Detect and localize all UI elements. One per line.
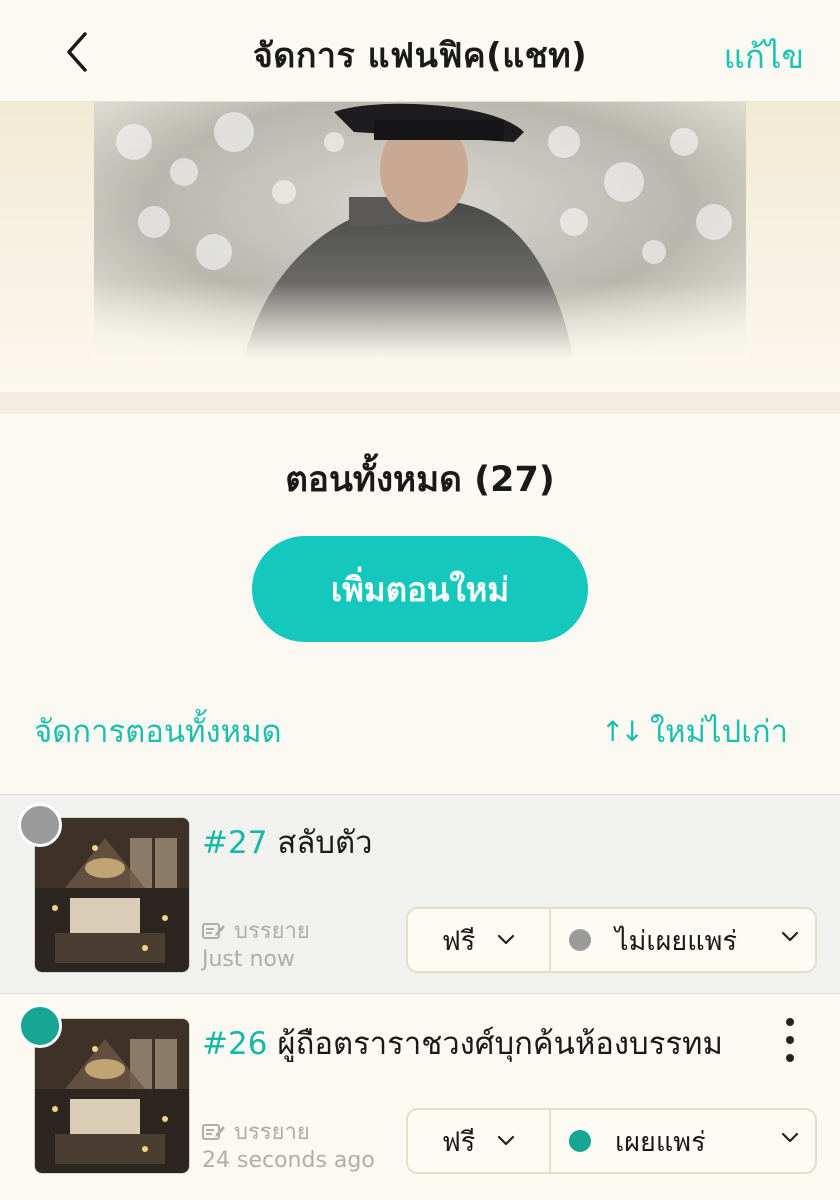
episode-title: #26 ผู้ถือตราราชวงศ์บุกค้นห้องบรรทม — [202, 1018, 723, 1068]
sort-order-label: ใหม่ไปเก่า — [649, 714, 788, 750]
episode-controls: ฟรี ไม่เผยแพร่ — [406, 907, 817, 973]
publish-status-label: ไม่เผยแพร่ — [615, 925, 737, 957]
chevron-down-icon — [781, 1132, 799, 1143]
more-vertical-icon — [786, 1054, 794, 1062]
episode-row[interactable]: #26 ผู้ถือตราราชวงศ์บุกค้นห้องบรรทม บรรยา… — [0, 996, 840, 1200]
publish-status-dropdown[interactable]: ไม่เผยแพร่ — [551, 909, 815, 971]
chevron-down-icon — [498, 934, 515, 945]
episode-type: บรรยาย — [202, 913, 310, 948]
episode-title-text: ผู้ถือตราราชวงศ์บุกค้นห้องบรรทม — [277, 1026, 723, 1062]
chevron-down-icon — [498, 1135, 515, 1146]
episode-thumbnail — [34, 817, 190, 973]
episode-controls: ฟรี เผยแพร่ — [406, 1108, 817, 1174]
episode-title: #27 สลับตัว — [202, 817, 373, 867]
top-bar: จัดการ แฟนฟิค(แชท) แก้ไข — [0, 0, 840, 102]
edit-note-icon — [202, 1123, 225, 1140]
section-divider — [0, 392, 840, 414]
manage-all-episodes-link[interactable]: จัดการตอนทั้งหมด — [34, 706, 282, 756]
episode-timestamp: Just now — [202, 947, 295, 972]
more-options-button[interactable] — [780, 1018, 800, 1062]
page-title: จัดการ แฟนฟิค(แชท) — [252, 36, 588, 76]
status-indicator — [18, 1004, 62, 1048]
episodes-heading: ตอนทั้งหมด (27) — [285, 460, 555, 500]
chevron-down-icon — [781, 931, 799, 942]
episode-thumbnail — [34, 1018, 190, 1174]
episode-number: #26 — [202, 1026, 268, 1062]
episode-title-text: สลับตัว — [277, 825, 373, 861]
episode-type: บรรยาย — [202, 1114, 310, 1149]
edit-button[interactable]: แก้ไข — [724, 30, 804, 83]
price-dropdown[interactable]: ฟรี — [408, 909, 551, 971]
episode-number: #27 — [202, 825, 268, 861]
price-dropdown[interactable]: ฟรี — [408, 1110, 551, 1172]
episode-row[interactable]: #27 สลับตัว บรรยาย Just now ฟรี ไม่เผยแพร… — [0, 794, 840, 994]
publish-status-dot — [569, 929, 591, 951]
price-value: ฟรี — [441, 925, 476, 957]
sort-arrows-icon: ↑↓ — [601, 714, 644, 748]
episode-timestamp: 24 seconds ago — [202, 1148, 375, 1173]
publish-status-dropdown[interactable]: เผยแพร่ — [551, 1110, 815, 1172]
edit-note-icon — [202, 922, 225, 939]
episode-type-label: บรรยาย — [234, 1120, 310, 1145]
publish-status-label: เผยแพร่ — [615, 1126, 706, 1158]
status-indicator — [18, 803, 62, 847]
sort-order-button[interactable]: ↑↓ ใหม่ไปเก่า — [601, 706, 788, 756]
cover-image — [94, 102, 746, 360]
price-value: ฟรี — [441, 1126, 476, 1158]
add-episode-button[interactable]: เพิ่มตอนใหม่ — [252, 536, 588, 642]
publish-status-dot — [569, 1130, 591, 1152]
episode-type-label: บรรยาย — [234, 919, 310, 944]
more-vertical-icon — [786, 1036, 794, 1044]
more-vertical-icon — [786, 1018, 794, 1026]
